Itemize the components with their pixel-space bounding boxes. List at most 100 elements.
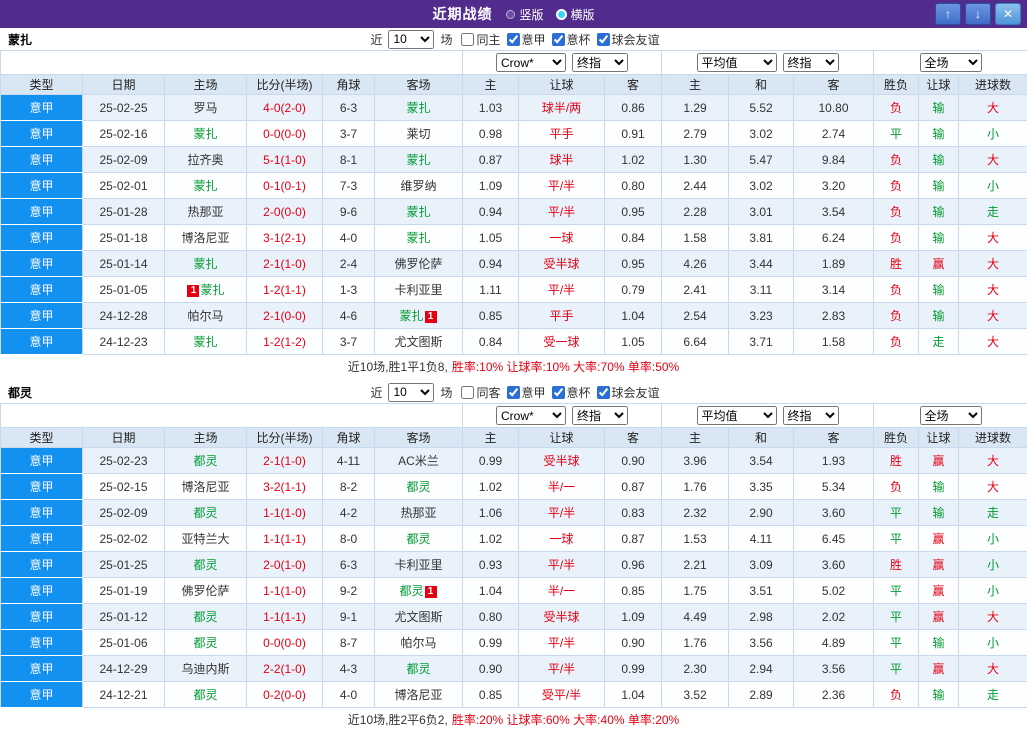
score-cell: 2-0(1-0) — [246, 551, 323, 578]
filter-option-1[interactable]: 同客 — [461, 384, 501, 401]
filter-checkbox[interactable] — [551, 385, 565, 399]
filter-option-2[interactable]: 意甲 — [506, 31, 546, 48]
filter-option-1[interactable]: 同主 — [461, 31, 501, 48]
team-text: 都灵 — [406, 662, 431, 676]
average-select[interactable]: 平均值 — [696, 53, 777, 72]
close-icon[interactable]: ✕ — [995, 3, 1021, 25]
bookmaker-mode-select[interactable]: 终指 — [572, 406, 628, 425]
away-odds-cell: 0.84 — [604, 224, 662, 251]
average-select[interactable]: 平均值 — [696, 406, 777, 425]
date-cell: 24-12-23 — [82, 328, 165, 355]
league-cell: 意甲 — [0, 198, 83, 225]
page-title: 近期战绩 — [432, 6, 493, 22]
home-odds-cell: 1.09 — [462, 172, 519, 199]
avg-away-cell: 2.83 — [792, 302, 875, 329]
team-text: 拉齐奥 — [187, 153, 224, 167]
home-team-cell: 都灵 — [164, 681, 247, 708]
league-cell: 意甲 — [0, 525, 83, 552]
handicap-cell: 平/半 — [518, 551, 605, 578]
date-cell: 25-01-28 — [82, 198, 165, 225]
goals-result-cell: 大 — [958, 94, 1027, 121]
filter-checkbox[interactable] — [506, 32, 520, 46]
corner-cell: 6-3 — [322, 94, 375, 121]
away-team-cell: 蒙扎 — [374, 224, 463, 251]
view-option-1[interactable]: 竖版 — [506, 6, 544, 23]
scroll-down-icon[interactable]: ↓ — [965, 3, 991, 25]
away-team-cell: 卡利亚里 — [374, 551, 463, 578]
bookmaker-mode-select[interactable]: 终指 — [572, 53, 628, 72]
summary-rates: 胜率:10% 让球率:10% 大率:70% 单率:50% — [451, 359, 680, 374]
red-card-badge: 1 — [187, 285, 200, 297]
scope-select[interactable]: 全场 — [919, 53, 982, 72]
home-team-cell: 热那亚 — [164, 198, 247, 225]
summary-record: 近10场,胜2平6负2, — [347, 712, 448, 727]
bookmaker-select[interactable]: Crow* — [496, 406, 566, 425]
filter-checkbox[interactable] — [506, 385, 520, 399]
filter-option-4[interactable]: 球会友谊 — [596, 384, 660, 401]
away-team-cell: 蒙扎 — [374, 146, 463, 173]
bookmaker-select[interactable]: Crow* — [496, 53, 566, 72]
avg-home-cell: 1.53 — [661, 525, 729, 552]
avg-draw-cell: 5.52 — [728, 94, 794, 121]
away-team-cell: 都灵 — [374, 473, 463, 500]
filter-checkbox[interactable] — [596, 32, 610, 46]
corner-cell: 4-2 — [322, 499, 375, 526]
column-header: 让球 — [518, 74, 605, 95]
filter-checkbox[interactable] — [596, 385, 610, 399]
avg-away-cell: 3.54 — [792, 198, 875, 225]
league-cell: 意甲 — [0, 94, 83, 121]
home-odds-cell: 0.87 — [462, 146, 519, 173]
match-row: 意甲 25-02-16 蒙扎 0-0(0-0) 3-7 莱切 0.98 平手 0.91 2.79 3… — [0, 120, 1027, 147]
filter-option-2[interactable]: 意甲 — [506, 384, 546, 401]
column-header: 角球 — [322, 427, 375, 448]
goals-result-cell: 走 — [958, 198, 1027, 225]
match-row: 意甲 24-12-29 乌迪内斯 2-2(1-0) 4-3 都灵 0.90 平/半 0.99 2.… — [0, 655, 1027, 682]
avg-draw-cell: 3.01 — [728, 198, 794, 225]
match-count-select[interactable]: 10 — [388, 29, 435, 49]
view-option-2[interactable]: 横版 — [555, 6, 595, 23]
column-header: 和 — [728, 427, 794, 448]
filter-checkbox[interactable] — [461, 385, 475, 399]
away-team-cell: 帕尔马 — [374, 629, 463, 656]
handicap-result-cell: 输 — [918, 302, 960, 329]
average-mode-select[interactable]: 终指 — [782, 53, 839, 72]
score-cell: 2-0(0-0) — [246, 198, 323, 225]
filter-checkbox[interactable] — [551, 32, 565, 46]
result-cell: 平 — [873, 655, 920, 682]
away-team-cell: 卡利亚里 — [374, 276, 463, 303]
avg-draw-cell: 3.02 — [728, 120, 794, 147]
games-label: 场 — [440, 385, 453, 400]
filter-option-4[interactable]: 球会友谊 — [596, 31, 660, 48]
red-card-badge: 1 — [424, 586, 437, 598]
date-cell: 25-01-12 — [82, 603, 165, 630]
goals-result-cell: 大 — [958, 276, 1027, 303]
home-team-cell: 蒙扎 — [164, 120, 247, 147]
average-mode-select[interactable]: 终指 — [782, 406, 839, 425]
handicap-cell: 平手 — [518, 120, 605, 147]
filter-option-3[interactable]: 意杯 — [551, 31, 591, 48]
away-team-cell: 都灵 1 — [374, 577, 463, 604]
filter-checkbox[interactable] — [461, 32, 475, 46]
corner-cell: 4-3 — [322, 655, 375, 682]
result-cell: 平 — [873, 499, 920, 526]
column-header: 比分(半场) — [246, 427, 323, 448]
results-table: Crow* 终指 平均值 终指 全场 类型 日期 主场 比分(半场) 角球 客场主让球客主和客胜负让… — [0, 50, 1027, 355]
avg-draw-cell: 3.71 — [728, 328, 794, 355]
column-header: 客 — [604, 74, 662, 95]
column-header: 让球 — [518, 427, 605, 448]
match-count-select[interactable]: 10 — [388, 382, 435, 402]
league-cell: 意甲 — [0, 499, 83, 526]
filter-controls: 近 10 场 同主 意甲 意杯 球会友谊 — [367, 29, 660, 49]
home-team-cell: 拉齐奥 — [164, 146, 247, 173]
column-header: 客场 — [374, 427, 463, 448]
avg-away-cell: 4.89 — [792, 629, 875, 656]
scroll-up-icon[interactable]: ↑ — [935, 3, 961, 25]
scope-select[interactable]: 全场 — [919, 406, 982, 425]
filter-option-3[interactable]: 意杯 — [551, 384, 591, 401]
away-team-cell: 尤文图斯 — [374, 603, 463, 630]
handicap-cell: 平/半 — [518, 198, 605, 225]
team-text: 罗马 — [193, 101, 218, 115]
radio-icon — [555, 8, 567, 20]
handicap-cell: 平/半 — [518, 629, 605, 656]
result-cell: 平 — [873, 525, 920, 552]
